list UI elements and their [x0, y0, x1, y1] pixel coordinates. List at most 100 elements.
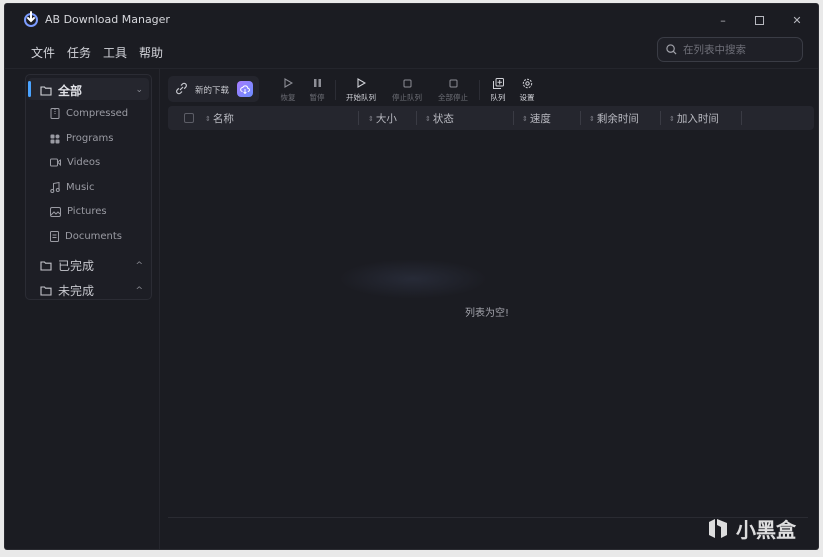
new-download-button[interactable]: 新的下载	[168, 76, 259, 102]
queues-button[interactable]: 队列	[487, 76, 509, 103]
select-all-checkbox[interactable]	[184, 113, 194, 123]
column-label: 状态	[432, 113, 454, 125]
toolbar: 新的下载 恢复 暂停 开始队列 停止队列 全部停止 队列 设置	[168, 76, 808, 104]
stop-all-label: 全部停止	[438, 93, 468, 102]
menu-bar: 文件 任务 工具 帮助	[31, 44, 163, 61]
column-label: 大小	[375, 113, 397, 125]
folder-icon	[40, 286, 52, 296]
column-resizer[interactable]	[513, 111, 514, 125]
sort-icon: ⇕	[589, 114, 595, 123]
column-speed[interactable]: ⇕ 速度	[522, 111, 551, 126]
queues-label: 队列	[490, 93, 506, 102]
header-divider	[5, 68, 818, 69]
folder-icon	[40, 86, 52, 96]
app-logo-icon	[24, 11, 38, 27]
play-icon	[344, 76, 378, 90]
sort-icon: ⇕	[669, 114, 675, 123]
category-all-label: 全部	[58, 84, 83, 98]
column-resizer[interactable]	[741, 111, 742, 125]
start-queue-label: 开始队列	[346, 93, 376, 102]
window-title: AB Download Manager	[45, 13, 170, 26]
column-label: 名称	[212, 113, 234, 125]
sidebar-item-music[interactable]: Music	[50, 182, 94, 193]
sidebar-item-label: Programs	[66, 133, 114, 144]
column-resizer[interactable]	[416, 111, 417, 125]
empty-state-illustration	[338, 259, 488, 299]
start-queue-button[interactable]: 开始队列	[344, 76, 378, 103]
column-resizer[interactable]	[660, 111, 661, 125]
close-icon[interactable]: ✕	[789, 12, 805, 28]
category-finished-label: 已完成	[58, 259, 95, 273]
play-icon	[276, 76, 300, 90]
app-window: AB Download Manager – ✕ 文件 任务 工具 帮助 全部	[5, 4, 818, 549]
queue-icon	[487, 76, 509, 90]
menu-tasks[interactable]: 任务	[67, 44, 91, 61]
stop-queue-button[interactable]: 停止队列	[390, 76, 424, 103]
menu-tools[interactable]: 工具	[103, 44, 127, 61]
column-resizer[interactable]	[358, 111, 359, 125]
column-label: 加入时间	[676, 113, 719, 125]
category-unfinished[interactable]: 未完成	[40, 282, 94, 299]
stop-icon	[436, 76, 470, 90]
sidebar-item-documents[interactable]: Documents	[50, 231, 122, 242]
sidebar-item-videos[interactable]: Videos	[50, 157, 100, 168]
menu-file[interactable]: 文件	[31, 44, 55, 61]
category-unfinished-label: 未完成	[58, 284, 95, 298]
column-name[interactable]: ⇕ 名称	[205, 111, 234, 126]
column-label: 速度	[529, 113, 551, 125]
watermark-text: 小黑盒	[736, 518, 796, 542]
settings-label: 设置	[519, 93, 535, 102]
search-icon	[666, 44, 677, 55]
sort-icon: ⇕	[368, 114, 374, 123]
sidebar-item-label: Music	[66, 182, 95, 193]
download-table-header: ⇕ 名称 ⇕ 大小 ⇕ 状态 ⇕ 速度 ⇕ 剩余时间 ⇕ 加入时间	[168, 106, 814, 130]
sort-icon: ⇕	[522, 114, 528, 123]
sidebar-item-label: Compressed	[66, 108, 129, 119]
document-icon	[50, 231, 59, 242]
sidebar-item-label: Documents	[65, 231, 123, 242]
sidebar-item-pictures[interactable]: Pictures	[50, 206, 107, 217]
watermark: 小黑盒	[706, 514, 796, 543]
minimize-icon[interactable]: –	[715, 12, 731, 28]
toolbar-divider	[479, 80, 480, 100]
column-status[interactable]: ⇕ 状态	[425, 111, 454, 126]
stop-all-button[interactable]: 全部停止	[436, 76, 470, 103]
maximize-icon[interactable]	[751, 12, 767, 28]
resume-button[interactable]: 恢复	[276, 76, 300, 103]
sidebar-item-compressed[interactable]: Compressed	[50, 108, 128, 119]
chevron-up-icon[interactable]: ^	[135, 261, 143, 271]
apps-icon	[50, 134, 60, 143]
folder-icon	[40, 261, 52, 271]
chevron-down-icon[interactable]: ⌄	[135, 85, 143, 95]
archive-icon	[50, 108, 60, 119]
sidebar-divider	[159, 69, 160, 549]
active-indicator	[28, 81, 31, 97]
stop-queue-label: 停止队列	[392, 93, 422, 102]
column-remaining-time[interactable]: ⇕ 剩余时间	[589, 111, 639, 126]
empty-list-message: 列表为空!	[465, 308, 510, 319]
column-added-time[interactable]: ⇕ 加入时间	[669, 111, 719, 126]
toolbar-divider	[335, 80, 336, 100]
resume-label: 恢复	[280, 93, 296, 102]
sidebar-item-label: Videos	[67, 157, 101, 168]
pause-icon	[305, 76, 329, 90]
settings-button[interactable]: 设置	[516, 76, 538, 103]
column-size[interactable]: ⇕ 大小	[368, 111, 397, 126]
pause-button[interactable]: 暂停	[305, 76, 329, 103]
music-icon	[50, 182, 60, 193]
link-icon	[176, 82, 187, 95]
category-finished[interactable]: 已完成	[40, 257, 94, 274]
new-download-label: 新的下载	[195, 86, 230, 96]
sidebar-item-label: Pictures	[67, 206, 107, 217]
column-resizer[interactable]	[580, 111, 581, 125]
cloud-download-icon[interactable]	[237, 81, 253, 97]
heybox-logo-icon	[709, 518, 727, 538]
pause-label: 暂停	[309, 93, 325, 102]
sidebar-item-programs[interactable]: Programs	[50, 133, 113, 144]
menu-help[interactable]: 帮助	[139, 44, 163, 61]
column-label: 剩余时间	[596, 113, 639, 125]
search-box[interactable]	[657, 37, 803, 62]
search-input[interactable]	[683, 43, 793, 56]
chevron-up-icon[interactable]: ^	[135, 286, 143, 296]
category-all[interactable]: 全部	[40, 82, 82, 99]
